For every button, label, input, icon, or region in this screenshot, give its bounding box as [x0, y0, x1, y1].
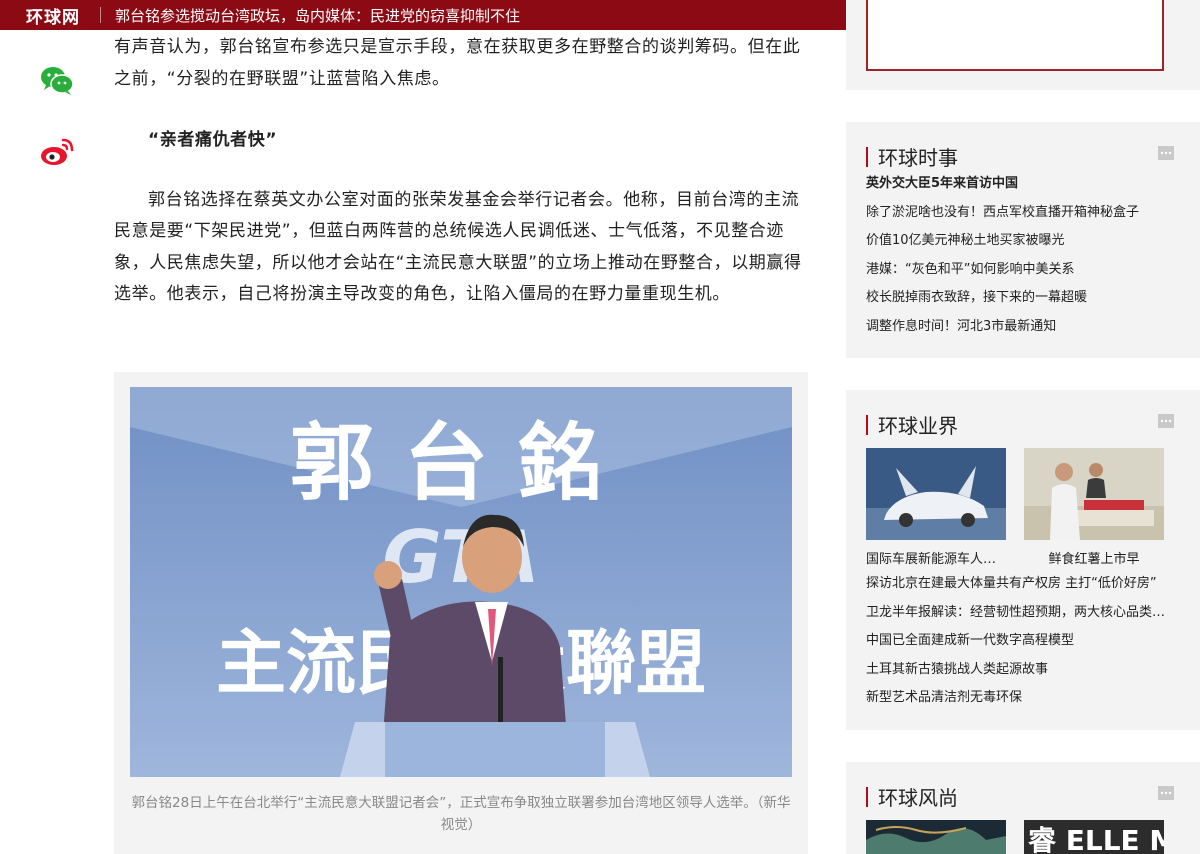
thumbnail-caption[interactable]: 鲜食红薯上市早 — [1024, 548, 1164, 567]
news-item[interactable]: 港媒：“灰色和平”如何影响中美关系 — [866, 256, 1176, 285]
section-accent-bar — [866, 414, 868, 435]
article-paragraph: 有声音认为，郭台铭宣布参选只是宣示手段，意在获取更多在野整合的谈判筹码。但在此之… — [114, 37, 801, 89]
news-item[interactable]: 卫龙半年报解读：经营韧性超预期，两大核心品类增长 — [866, 599, 1176, 628]
logo-divider — [100, 7, 101, 23]
article-photo-figure: 郭台銘 GTA 主流民意大聯盟 郭台铭28日上午在台北举行“主流民意大联盟记者会… — [114, 372, 808, 854]
section-title[interactable]: 环球业界 — [878, 410, 958, 439]
magazine-masthead: 睿 ELLE MEN — [1028, 824, 1164, 854]
article-body: 有声音认为，郭台铭宣布参选只是宣示手段，意在获取更多在野整合的谈判筹码。但在此之… — [114, 30, 808, 311]
news-item[interactable]: 价值10亿美元神秘土地买家被曝光 — [866, 227, 1176, 256]
press-conference-photo: 郭台銘 GTA 主流民意大聯盟 — [130, 387, 792, 777]
section-header: 环球风尚 — [866, 782, 958, 811]
sidebar-industry: 环球业界 国际车展新能源车人气旺 鲜食红薯上市早 探访北京在建最大体量共有产权房… — [846, 390, 1200, 730]
car-photo[interactable] — [866, 448, 1006, 540]
news-list: 英外交大臣5年来首访中国 除了淤泥啥也没有！西点军校直播开箱神秘盒子 价值10亿… — [866, 170, 1176, 342]
painting-photo[interactable] — [866, 820, 1006, 854]
article-subheading: “亲者痛仇者快” — [148, 130, 278, 150]
magazine-photo[interactable]: 睿 ELLE MEN — [1024, 820, 1164, 854]
news-item[interactable]: 探访北京在建最大体量共有产权房 主打“低价好房” — [866, 570, 1176, 599]
section-accent-bar — [866, 786, 868, 807]
wechat-icon[interactable] — [38, 62, 76, 100]
thumbnail-caption[interactable]: 国际车展新能源车人气旺 — [866, 548, 1006, 567]
more-icon[interactable] — [1158, 786, 1174, 800]
news-item[interactable]: 调整作息时间！河北3市最新通知 — [866, 313, 1176, 342]
sidebar-fashion: 环球风尚 睿 ELLE MEN — [846, 762, 1200, 854]
weibo-icon[interactable] — [38, 132, 76, 170]
workers-photo[interactable] — [1024, 448, 1164, 540]
more-icon[interactable] — [1158, 146, 1174, 160]
photo-caption: 郭台铭28日上午在台北举行“主流民意大联盟记者会”，正式宣布争取独立联署参加台湾… — [131, 795, 791, 833]
backdrop-name-text: 郭台銘 — [290, 414, 632, 512]
news-item[interactable]: 土耳其新古猿挑战人类起源故事 — [866, 656, 1176, 685]
thumbnail-row: 睿 ELLE MEN — [866, 820, 1164, 854]
news-item[interactable]: 英外交大臣5年来首访中国 — [866, 170, 1176, 199]
page-title: 郭台铭参选搅动台湾政坛，岛内媒体：民进党的窃喜抑制不住 — [115, 6, 521, 25]
section-title[interactable]: 环球风尚 — [878, 782, 958, 811]
thumbnail-row: 国际车展新能源车人气旺 鲜食红薯上市早 — [866, 448, 1164, 567]
section-title[interactable]: 环球时事 — [878, 142, 958, 171]
news-item[interactable]: 新型艺术品清洁剂无毒环保 — [866, 684, 1176, 713]
sidebar-current-affairs: 环球时事 英外交大臣5年来首访中国 除了淤泥啥也没有！西点军校直播开箱神秘盒子 … — [846, 122, 1200, 358]
site-logo[interactable]: 环球网 — [26, 3, 90, 28]
ad-frame[interactable] — [866, 0, 1164, 71]
thumbnail-card[interactable] — [866, 820, 1006, 854]
news-list: 探访北京在建最大体量共有产权房 主打“低价好房” 卫龙半年报解读：经营韧性超预期… — [866, 570, 1176, 713]
news-item[interactable]: 校长脱掉雨衣致辞，接下来的一幕超暖 — [866, 284, 1176, 313]
section-header: 环球业界 — [866, 410, 958, 439]
section-header: 环球时事 — [866, 142, 958, 171]
section-accent-bar — [866, 146, 868, 167]
thumbnail-card[interactable]: 国际车展新能源车人气旺 — [866, 448, 1006, 567]
thumbnail-card[interactable]: 鲜食红薯上市早 — [1024, 448, 1164, 567]
sidebar-ad-card — [846, 0, 1200, 90]
article-paragraph: 郭台铭选择在蔡英文办公室对面的张荣发基金会举行记者会。他称，目前台湾的主流民意是… — [114, 189, 802, 305]
news-item[interactable]: 除了淤泥啥也没有！西点军校直播开箱神秘盒子 — [866, 199, 1176, 228]
news-item[interactable]: 中国已全面建成新一代数字高程模型 — [866, 627, 1176, 656]
thumbnail-card[interactable]: 睿 ELLE MEN — [1024, 820, 1164, 854]
more-icon[interactable] — [1158, 414, 1174, 428]
